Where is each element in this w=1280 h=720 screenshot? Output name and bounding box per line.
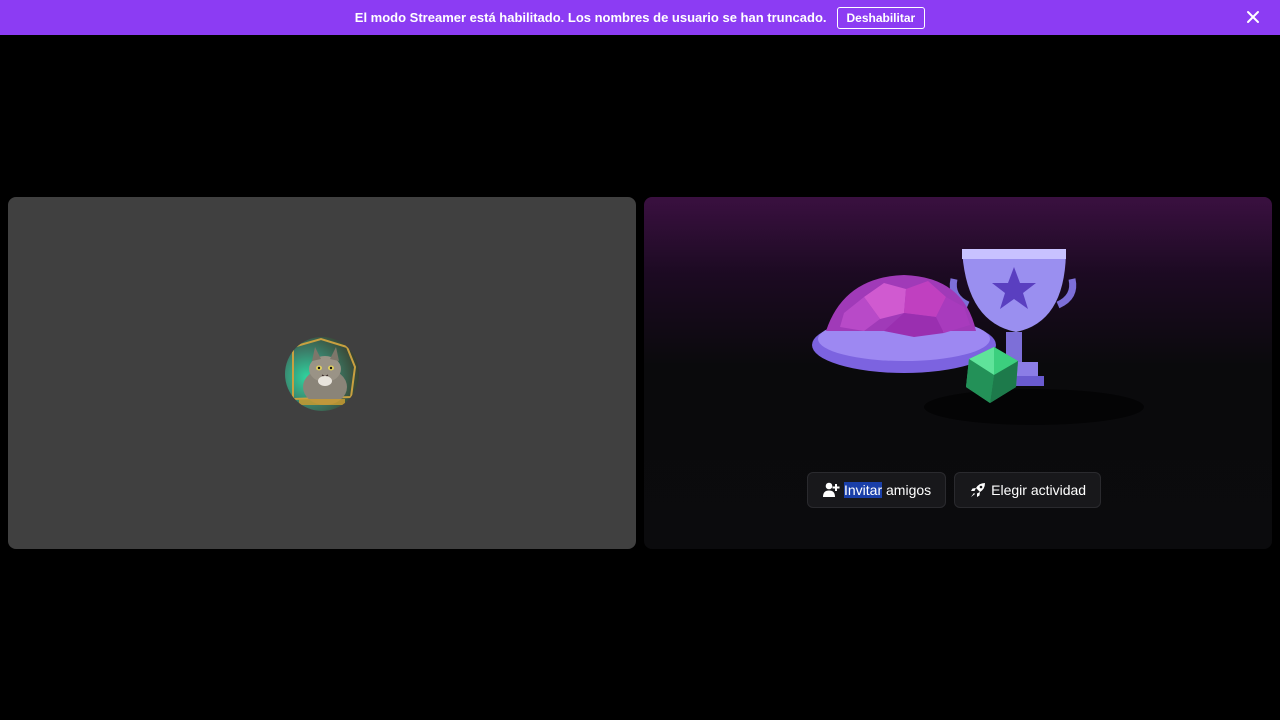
disable-button[interactable]: Deshabilitar [836,6,926,29]
trophy-shell-dice-illustration [812,249,1144,425]
choose-activity-label: Elegir actividad [991,482,1087,498]
invite-label-rest: amigos [882,482,932,498]
action-buttons: Invitar amigos Elegir actividad [807,472,1102,508]
streamer-mode-banner: El modo Streamer está habilitado. Los no… [0,0,1280,35]
choose-activity-button[interactable]: Elegir actividad [954,472,1102,508]
banner-message: El modo Streamer está habilitado. Los no… [354,10,827,25]
avatar[interactable] [285,337,359,411]
person-add-icon [823,482,840,497]
participant-tile[interactable] [8,197,636,549]
close-icon[interactable] [1244,8,1262,26]
invite-friends-button[interactable]: Invitar amigos [807,472,947,508]
invite-label-highlight: Invitar [844,482,883,498]
cat-avatar-icon [285,337,359,411]
activity-tile: Invitar amigos Elegir actividad [644,197,1272,549]
rocket-icon [971,483,986,497]
